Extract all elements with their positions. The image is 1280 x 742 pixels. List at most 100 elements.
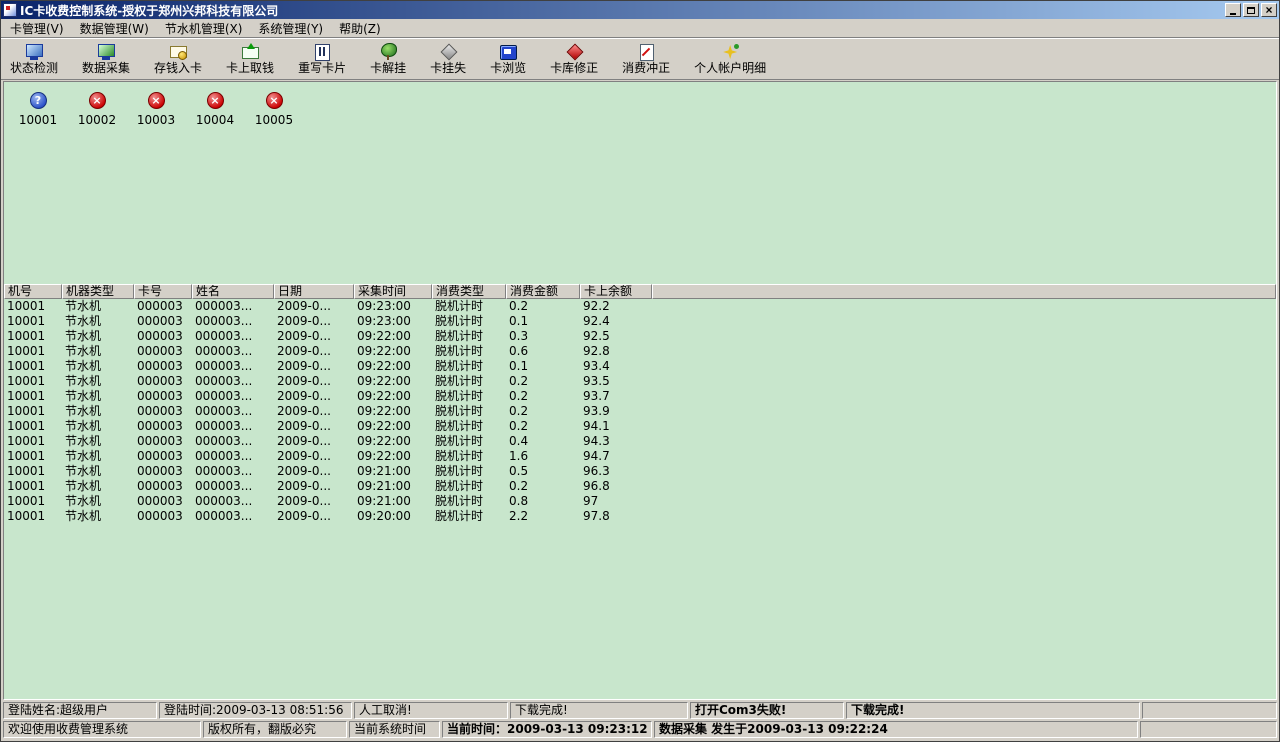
table-row[interactable]: 10001节水机000003000003...2009-0...09:22:00… bbox=[4, 374, 1276, 389]
table-cell: 脱机计时 bbox=[432, 314, 506, 329]
table-row[interactable]: 10001节水机000003000003...2009-0...09:22:00… bbox=[4, 344, 1276, 359]
table-cell-filler bbox=[652, 374, 1276, 389]
table-row[interactable]: 10001节水机000003000003...2009-0...09:21:00… bbox=[4, 494, 1276, 509]
table-cell: 0.2 bbox=[506, 404, 580, 419]
device-item-10002[interactable]: × 10002 bbox=[72, 92, 122, 127]
column-header-card-balance[interactable]: 卡上余额 bbox=[580, 284, 652, 299]
menu-help[interactable]: 帮助(Z) bbox=[331, 18, 389, 39]
table-cell: 2009-0... bbox=[274, 404, 354, 419]
menu-system-management[interactable]: 系统管理(Y) bbox=[250, 18, 331, 39]
device-item-10005[interactable]: × 10005 bbox=[249, 92, 299, 127]
toolbar-button-personal-account-detail[interactable]: 个人帐户明细 bbox=[691, 40, 769, 78]
table-row[interactable]: 10001节水机000003000003...2009-0...09:21:00… bbox=[4, 464, 1276, 479]
menu-data-management[interactable]: 数据管理(W) bbox=[72, 18, 157, 39]
table-cell: 脱机计时 bbox=[432, 344, 506, 359]
table-cell: 93.5 bbox=[580, 374, 652, 389]
table-row[interactable]: 10001节水机000003000003...2009-0...09:22:00… bbox=[4, 449, 1276, 464]
table-cell: 0.2 bbox=[506, 419, 580, 434]
app-window: IC卡收费控制系统-授权于郑州兴邦科技有限公司 × 卡管理(V) 数据管理(W)… bbox=[0, 0, 1280, 742]
device-strip: ? 10001 × 10002 × 10003 × 10004 × 10005 bbox=[4, 82, 1276, 284]
table-cell: 000003 bbox=[134, 494, 192, 509]
table-cell: 0.2 bbox=[506, 299, 580, 314]
device-item-10001[interactable]: ? 10001 bbox=[13, 92, 63, 127]
column-header-collect-time[interactable]: 采集时间 bbox=[354, 284, 432, 299]
table-cell-filler bbox=[652, 344, 1276, 359]
toolbar-button-card-report-loss[interactable]: 卡挂失 bbox=[427, 40, 469, 78]
status-empty-2 bbox=[1140, 721, 1277, 738]
table-row[interactable]: 10001节水机000003000003...2009-0...09:22:00… bbox=[4, 419, 1276, 434]
table-body: 10001节水机000003000003...2009-0...09:23:00… bbox=[4, 299, 1276, 524]
table-cell: 09:22:00 bbox=[354, 344, 432, 359]
toolbar-button-card-db-fix[interactable]: 卡库修正 bbox=[547, 40, 601, 78]
table-row[interactable]: 10001节水机000003000003...2009-0...09:22:00… bbox=[4, 329, 1276, 344]
toolbar-label: 卡库修正 bbox=[550, 62, 598, 75]
table-row[interactable]: 10001节水机000003000003...2009-0...09:22:00… bbox=[4, 359, 1276, 374]
table-row[interactable]: 10001节水机000003000003...2009-0...09:21:00… bbox=[4, 479, 1276, 494]
device-item-10003[interactable]: × 10003 bbox=[131, 92, 181, 127]
column-header-consume-amount[interactable]: 消费金额 bbox=[506, 284, 580, 299]
table-cell: 10001 bbox=[4, 374, 62, 389]
table-cell: 97 bbox=[580, 494, 652, 509]
table-row[interactable]: 10001节水机000003000003...2009-0...09:23:00… bbox=[4, 314, 1276, 329]
column-header-consume-type[interactable]: 消费类型 bbox=[432, 284, 506, 299]
menu-water-machine-management[interactable]: 节水机管理(X) bbox=[157, 18, 251, 39]
table-cell: 0.5 bbox=[506, 464, 580, 479]
statusbar-row2: 欢迎使用收费管理系统 版权所有，翻版必究 当前系统时间 当前时间：2009-03… bbox=[1, 720, 1279, 741]
window-controls: × bbox=[1225, 3, 1277, 17]
table-cell: 2009-0... bbox=[274, 464, 354, 479]
column-header-machine[interactable]: 机号 bbox=[4, 284, 62, 299]
minimize-button[interactable] bbox=[1225, 3, 1241, 17]
table-cell: 节水机 bbox=[62, 464, 134, 479]
table-cell: 2009-0... bbox=[274, 479, 354, 494]
table-cell: 09:21:00 bbox=[354, 479, 432, 494]
table-cell: 2009-0... bbox=[274, 389, 354, 404]
table-row[interactable]: 10001节水机000003000003...2009-0...09:22:00… bbox=[4, 434, 1276, 449]
toolbar-button-withdraw[interactable]: 卡上取钱 bbox=[223, 40, 277, 78]
table-cell: 000003 bbox=[134, 344, 192, 359]
toolbar-button-card-browse[interactable]: 卡浏览 bbox=[487, 40, 529, 78]
table-cell: 脱机计时 bbox=[432, 464, 506, 479]
error-status-icon: × bbox=[266, 92, 283, 109]
toolbar-button-consumption-reversal[interactable]: 消费冲正 bbox=[619, 40, 673, 78]
toolbar-label: 卡解挂 bbox=[370, 62, 406, 75]
toolbar-button-data-collect[interactable]: 数据采集 bbox=[79, 40, 133, 78]
table-row[interactable]: 10001节水机000003000003...2009-0...09:23:00… bbox=[4, 299, 1276, 314]
table-cell-filler bbox=[652, 509, 1276, 524]
table-cell-filler bbox=[652, 494, 1276, 509]
table-cell: 2009-0... bbox=[274, 494, 354, 509]
maximize-button[interactable] bbox=[1243, 3, 1259, 17]
table-cell: 97.8 bbox=[580, 509, 652, 524]
table-cell: 0.1 bbox=[506, 314, 580, 329]
close-button[interactable]: × bbox=[1261, 3, 1277, 17]
table-row[interactable]: 10001节水机000003000003...2009-0...09:22:00… bbox=[4, 404, 1276, 419]
table-cell: 脱机计时 bbox=[432, 299, 506, 314]
table-row[interactable]: 10001节水机000003000003...2009-0...09:22:00… bbox=[4, 389, 1276, 404]
toolbar-label: 个人帐户明细 bbox=[694, 62, 766, 75]
toolbar-button-status-check[interactable]: 状态检测 bbox=[7, 40, 61, 78]
column-header-machine-type[interactable]: 机器类型 bbox=[62, 284, 134, 299]
table-cell-filler bbox=[652, 404, 1276, 419]
column-header-name[interactable]: 姓名 bbox=[192, 284, 274, 299]
table-cell: 000003 bbox=[134, 374, 192, 389]
status-data-collect-event: 数据采集 发生于2009-03-13 09:22:24 bbox=[654, 721, 1138, 738]
menu-card-management[interactable]: 卡管理(V) bbox=[2, 18, 72, 39]
menubar: 卡管理(V) 数据管理(W) 节水机管理(X) 系统管理(Y) 帮助(Z) bbox=[1, 19, 1279, 38]
column-header-card-no[interactable]: 卡号 bbox=[134, 284, 192, 299]
table-cell: 脱机计时 bbox=[432, 329, 506, 344]
column-header-date[interactable]: 日期 bbox=[274, 284, 354, 299]
device-item-10004[interactable]: × 10004 bbox=[190, 92, 240, 127]
data-collect-icon bbox=[95, 43, 117, 61]
consumption-reversal-icon bbox=[635, 43, 657, 61]
table-cell: 0.8 bbox=[506, 494, 580, 509]
table-cell: 93.4 bbox=[580, 359, 652, 374]
toolbar-button-card-unfreeze[interactable]: 卡解挂 bbox=[367, 40, 409, 78]
table-cell: 09:22:00 bbox=[354, 434, 432, 449]
toolbar-button-deposit[interactable]: 存钱入卡 bbox=[151, 40, 205, 78]
card-report-loss-icon bbox=[437, 43, 459, 61]
error-status-icon: × bbox=[148, 92, 165, 109]
toolbar-button-rewrite-card[interactable]: 重写卡片 bbox=[295, 40, 349, 78]
table-cell: 0.1 bbox=[506, 359, 580, 374]
device-id: 10005 bbox=[255, 113, 293, 127]
table-row[interactable]: 10001节水机000003000003...2009-0...09:20:00… bbox=[4, 509, 1276, 524]
table-cell: 09:23:00 bbox=[354, 314, 432, 329]
